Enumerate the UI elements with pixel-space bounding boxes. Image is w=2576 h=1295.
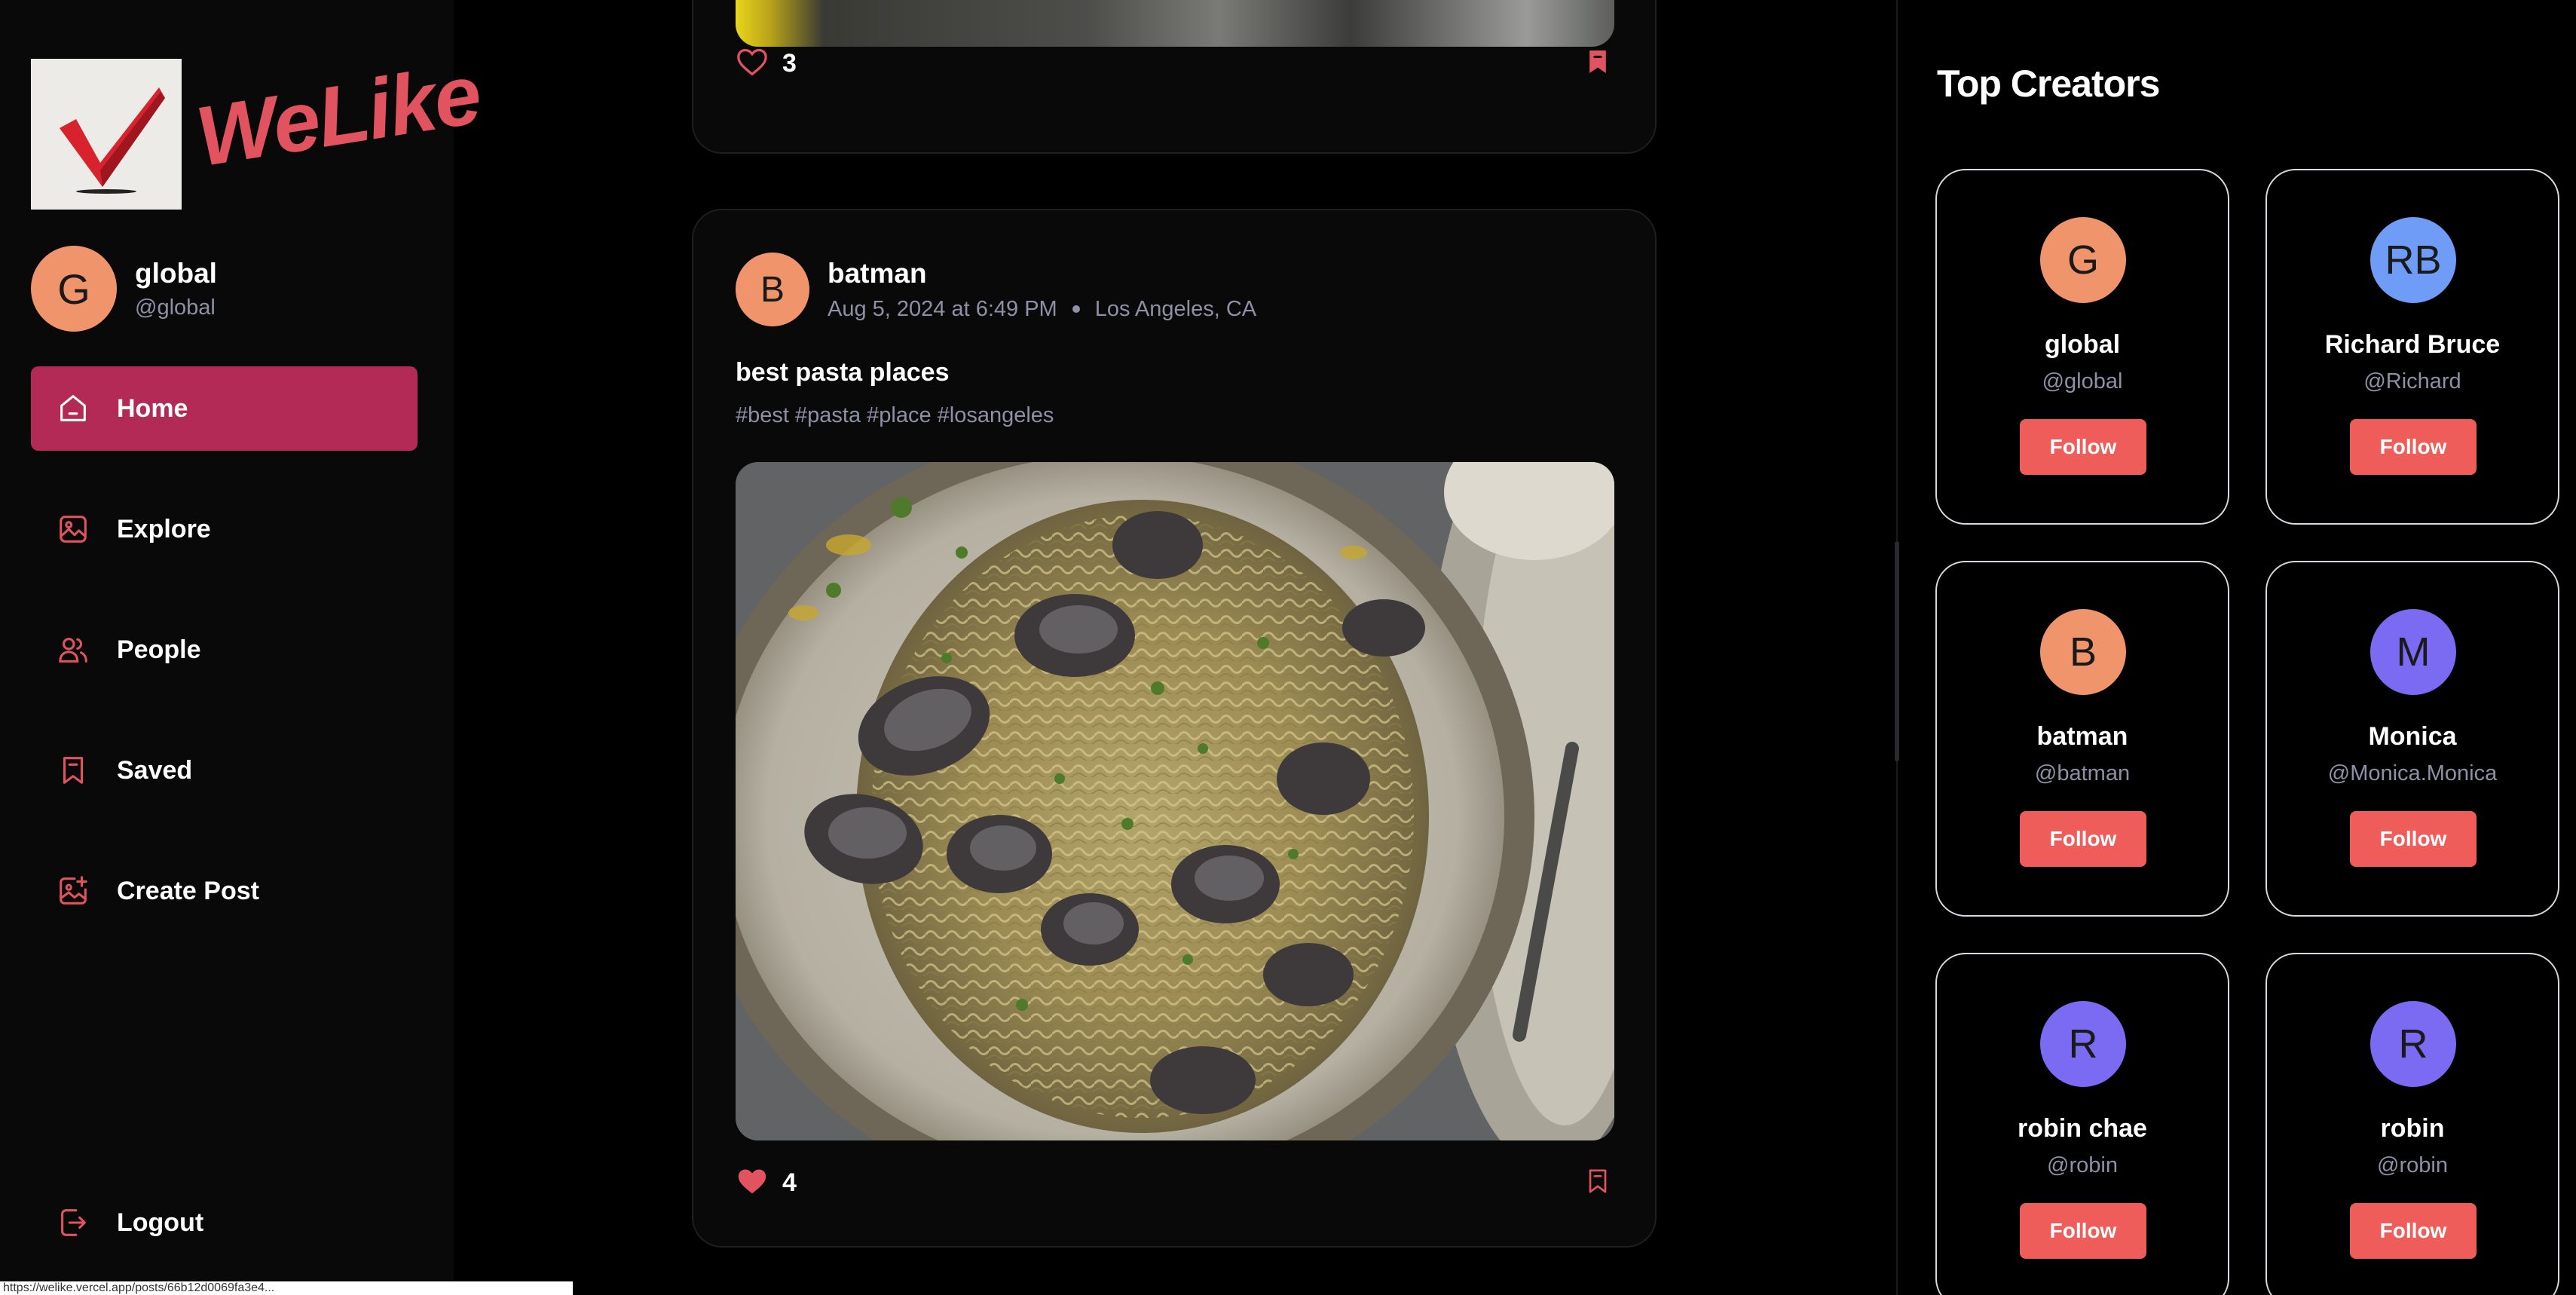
nav-label-saved: Saved: [117, 755, 193, 785]
creator-card[interactable]: M Monica @Monica.Monica Follow: [2265, 561, 2559, 917]
avatar[interactable]: RB: [2370, 217, 2456, 303]
creator-name: robin: [2380, 1114, 2445, 1143]
avatar[interactable]: B: [736, 253, 809, 326]
separator-dot: [1072, 305, 1080, 313]
follow-button[interactable]: Follow: [2350, 419, 2477, 475]
follow-button[interactable]: Follow: [2020, 419, 2146, 475]
post-image-previous[interactable]: [736, 0, 1614, 47]
nav-label-create-post: Create Post: [117, 876, 259, 905]
nav-item-saved[interactable]: Saved: [31, 728, 418, 813]
post-card: B batman Aug 5, 2024 at 6:49 PM Los Ange…: [692, 209, 1657, 1248]
nav-label-home: Home: [117, 393, 188, 423]
creator-card[interactable]: G global @global Follow: [1935, 169, 2229, 525]
creator-name: batman: [2036, 722, 2128, 751]
follow-button[interactable]: Follow: [2350, 811, 2477, 867]
like-control: 3: [736, 47, 797, 81]
post-actions: 4: [736, 1162, 1613, 1204]
profile-text: global @global: [135, 258, 217, 320]
profile-summary[interactable]: G global @global: [31, 246, 217, 332]
brand-logo-text[interactable]: WeLike: [190, 45, 487, 186]
logout-icon: [55, 1205, 91, 1241]
creator-card[interactable]: RB Richard Bruce @Richard Follow: [2265, 169, 2559, 525]
home-icon: [55, 390, 91, 427]
add-image-icon: [55, 873, 91, 909]
profile-name: global: [135, 257, 217, 289]
avatar-initial: G: [57, 265, 90, 313]
nav-item-explore[interactable]: Explore: [31, 487, 418, 571]
creator-handle: @batman: [2034, 761, 2131, 785]
creator-handle: @Monica.Monica: [2327, 761, 2498, 785]
avatar-initial: M: [2396, 629, 2431, 675]
avatar[interactable]: B: [2040, 609, 2126, 695]
bookmark-icon: [55, 752, 91, 788]
avatar-initial: B: [2069, 629, 2097, 675]
checkmark-logo-icon: [31, 59, 182, 210]
creator-name: global: [2044, 330, 2121, 359]
post-image[interactable]: [736, 462, 1614, 1140]
logout-button[interactable]: Logout: [31, 1180, 418, 1265]
post-subline: Aug 5, 2024 at 6:49 PM Los Angeles, CA: [828, 297, 1256, 322]
post-date: Aug 5, 2024 at 6:49 PM: [828, 296, 1057, 321]
nav-label-explore: Explore: [117, 514, 211, 543]
nav-item-create-post[interactable]: Create Post: [31, 849, 418, 933]
avatar[interactable]: G: [31, 246, 117, 332]
creator-name: robin chae: [2018, 1114, 2147, 1143]
avatar[interactable]: R: [2370, 1001, 2456, 1087]
pasta-photo: [736, 462, 1614, 1140]
post-username[interactable]: batman: [828, 258, 1256, 289]
bookmark-outline-icon[interactable]: [1583, 1166, 1613, 1200]
post-actions-previous: 3: [736, 42, 1613, 84]
people-icon: [55, 632, 91, 668]
heart-outline-icon[interactable]: [736, 47, 769, 81]
creator-name: Richard Bruce: [2324, 330, 2501, 359]
creator-card[interactable]: B batman @batman Follow: [1935, 561, 2229, 917]
nav-label-people: People: [117, 635, 201, 664]
creator-name: Monica: [2368, 722, 2457, 751]
avatar-initial: RB: [2385, 237, 2442, 283]
creator-handle: @robin: [2047, 1153, 2118, 1177]
like-count: 4: [782, 1168, 797, 1197]
avatar[interactable]: R: [2040, 1001, 2126, 1087]
app-root: WeLike G global @global Home Explore Peo…: [0, 0, 2576, 1295]
left-sidebar: WeLike G global @global Home Explore Peo…: [0, 0, 486, 1281]
main-nav: Home Explore People Saved Create Post: [31, 366, 418, 969]
scrollbar-thumb[interactable]: [1895, 541, 1899, 761]
avatar[interactable]: M: [2370, 609, 2456, 695]
nav-item-people[interactable]: People: [31, 608, 418, 692]
follow-button[interactable]: Follow: [2350, 1203, 2477, 1259]
post-header: B batman Aug 5, 2024 at 6:49 PM Los Ange…: [736, 253, 1256, 326]
gallery-icon: [55, 511, 91, 547]
post-tags: #best #pasta #place #losangeles: [736, 403, 1054, 427]
post-caption: best pasta places: [736, 358, 950, 387]
logout-label: Logout: [117, 1208, 204, 1237]
top-creators-title: Top Creators: [1937, 63, 2160, 105]
creator-handle: @robin: [2377, 1153, 2448, 1177]
bookmark-filled-icon[interactable]: [1583, 47, 1613, 81]
logout-section: Logout: [31, 1180, 418, 1265]
follow-button[interactable]: Follow: [2020, 1203, 2146, 1259]
status-bar-url: https://welike.vercel.app/posts/66b12d00…: [0, 1281, 573, 1295]
avatar-initial: R: [2398, 1021, 2428, 1067]
avatar-initial: G: [2067, 237, 2099, 283]
nav-item-home[interactable]: Home: [31, 366, 418, 451]
post-card-previous: 3: [692, 0, 1657, 154]
avatar-initial: R: [2068, 1021, 2098, 1067]
creator-card[interactable]: R robin @robin Follow: [2265, 953, 2559, 1295]
post-location: Los Angeles, CA: [1094, 296, 1257, 321]
post-meta: batman Aug 5, 2024 at 6:49 PM Los Angele…: [828, 258, 1256, 322]
creator-handle: @global: [2042, 369, 2123, 393]
heart-filled-icon[interactable]: [736, 1166, 769, 1200]
logo-image[interactable]: [31, 59, 182, 210]
follow-button[interactable]: Follow: [2020, 811, 2146, 867]
like-control: 4: [736, 1166, 797, 1200]
avatar-initial: B: [760, 269, 785, 310]
profile-handle: @global: [135, 295, 216, 320]
creator-handle: @Richard: [2363, 369, 2461, 393]
like-count: 3: [782, 48, 797, 78]
creator-card[interactable]: R robin chae @robin Follow: [1935, 953, 2229, 1295]
avatar[interactable]: G: [2040, 217, 2126, 303]
